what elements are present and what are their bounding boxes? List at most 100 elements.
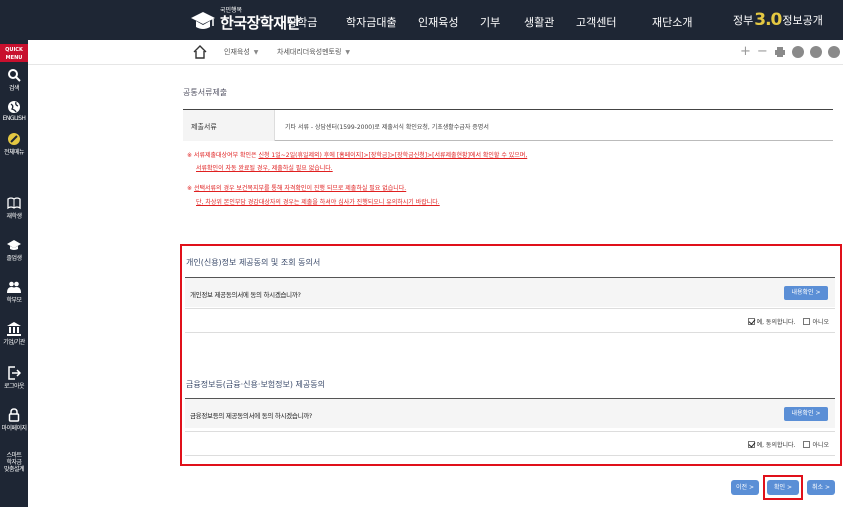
docs-note-1-link[interactable]: 신청 1일~2일(휴일제외) 후에 [홈페이지]>[장학금]>[장학금신청]>[… bbox=[258, 152, 527, 159]
quick-english-label: ENGLISH bbox=[2, 115, 26, 122]
quick-mypage[interactable]: 마이페이지 bbox=[0, 408, 28, 432]
nav-about[interactable]: 재단소개 bbox=[652, 14, 692, 30]
quick-graduate[interactable]: 졸업생 bbox=[0, 238, 28, 262]
quick-menu-title: QUICK MENU bbox=[0, 44, 28, 62]
docs-note-2-link[interactable]: 선택서류의 경우 보건복지부를 통해 자격확인이 진행 되므로 제출하실 필요 … bbox=[194, 185, 406, 192]
quick-search[interactable]: 검색 bbox=[0, 68, 28, 92]
nav-scholarship[interactable]: 장학금 bbox=[287, 14, 317, 30]
docs-note-2-line2-text: 단, 차상위 본인부담 경감대상자의 경우는 제출을 하셔야 심사가 진행되오니… bbox=[196, 199, 440, 206]
breadcrumb-level1-label: 인재육성 bbox=[224, 48, 250, 56]
agree-label-1: 예, 동의합니다. bbox=[756, 319, 796, 326]
quick-menu: QUICK MENU 검색 ENGLISH 전체메뉴 재학생 졸업생 학부모 기… bbox=[0, 40, 28, 507]
quick-english[interactable]: ENGLISH bbox=[0, 100, 28, 122]
quick-smart-plan[interactable]: 스마트 학자금 맞춤설계 bbox=[0, 452, 28, 473]
chevron-down-icon: ▼ bbox=[345, 49, 351, 56]
search-icon bbox=[8, 69, 21, 82]
disagree-label-2: 아니오 bbox=[812, 442, 829, 449]
disagree-checkbox-2[interactable] bbox=[803, 441, 811, 448]
site-logo[interactable]: 국민행복 한국장학재단 bbox=[190, 6, 300, 34]
quick-parents-label: 학부모 bbox=[6, 297, 22, 304]
nav-donation[interactable]: 기부 bbox=[480, 14, 500, 30]
confirm-highlight-box bbox=[763, 475, 803, 500]
view-content-button-2[interactable]: 내용확인 > bbox=[784, 407, 828, 421]
gov30-disclosure-link[interactable]: 정부 3.0 정보공개 bbox=[733, 9, 823, 31]
cancel-button[interactable]: 취소 > bbox=[807, 480, 835, 495]
prev-button[interactable]: 이전 > bbox=[731, 480, 759, 495]
disclosure-number: 3.0 bbox=[754, 10, 782, 30]
top-header: 국민행복 한국장학재단 장학금 학자금대출 인재육성 기부 생활관 고객센터 재… bbox=[0, 0, 843, 40]
quick-institution-label: 기업/기관 bbox=[3, 339, 25, 346]
nav-customer-center[interactable]: 고객센터 bbox=[576, 14, 616, 30]
breadcrumb: 인재육성 ▼ 차세대리더육성멘토링 ▼ + − bbox=[28, 40, 843, 65]
consent-answer-1: 예, 동의합니다. 아니오 bbox=[185, 308, 835, 333]
docs-note-1: ※ 서류제출대상여부 확인은 신청 1일~2일(휴일제외) 후에 [홈페이지]>… bbox=[187, 150, 527, 159]
nav-talent[interactable]: 인재육성 bbox=[418, 14, 458, 30]
graduation-cap-icon bbox=[7, 240, 21, 250]
quick-enrolled[interactable]: 재학생 bbox=[0, 196, 28, 220]
quick-institution[interactable]: 기업/기관 bbox=[0, 322, 28, 346]
quick-mypage-label: 마이페이지 bbox=[1, 425, 27, 432]
compass-icon bbox=[8, 133, 20, 145]
quick-parents[interactable]: 학부모 bbox=[0, 280, 28, 304]
logo-subtitle: 국민행복 bbox=[220, 7, 243, 14]
smart-line-2: 학자금 bbox=[6, 459, 22, 466]
app-window: 국민행복 한국장학재단 장학금 학자금대출 인재육성 기부 생활관 고객센터 재… bbox=[0, 0, 843, 507]
consent-question-2-text: 금융정보등의 제공동의서에 동의 하시겠습니까? bbox=[190, 412, 313, 420]
docs-table: 제출서류 기타 서류 - 상담센터(1599-2000)로 제출서식 확인요청,… bbox=[183, 109, 833, 141]
disclosure-prefix: 정부 bbox=[733, 14, 754, 27]
breadcrumb-level1[interactable]: 인재육성 ▼ bbox=[224, 47, 258, 57]
disagree-checkbox-1[interactable] bbox=[803, 318, 811, 325]
smart-line-3: 맞춤설계 bbox=[3, 466, 25, 473]
home-icon[interactable] bbox=[193, 45, 207, 59]
agree-checkbox-2[interactable] bbox=[747, 441, 755, 448]
consent-question-1: 개인정보 제공동의서에 동의 하시겠습니까? 내용확인 > bbox=[185, 277, 835, 307]
book-icon bbox=[7, 197, 21, 210]
zoom-out-button[interactable]: − bbox=[757, 44, 768, 60]
docs-note-1-prefix: ※ 서류제출대상여부 확인은 bbox=[187, 152, 259, 159]
view-content-button-1[interactable]: 내용확인 > bbox=[784, 286, 828, 300]
graduation-cap-logo-icon bbox=[191, 12, 215, 29]
quick-logout[interactable]: 로그아웃 bbox=[0, 366, 28, 390]
consent-question-1-text: 개인정보 제공동의서에 동의 하시겠습니까? bbox=[190, 291, 301, 299]
docs-note-1-line2: 서류확인이 자동 완료될 경우, 제출하실 필요 없습니다. bbox=[196, 163, 333, 172]
blog-icon[interactable] bbox=[827, 46, 840, 58]
docs-note-2-prefix: ※ bbox=[187, 185, 194, 192]
globe-icon bbox=[8, 101, 20, 113]
twitter-icon[interactable] bbox=[809, 46, 822, 58]
docs-note-2: ※ 선택서류의 경우 보건복지부를 통해 자격확인이 진행 되므로 제출하실 필… bbox=[187, 183, 406, 192]
consent-section1-title: 개인(신용)정보 제공동의 및 조회 동의서 bbox=[186, 258, 321, 267]
agree-checkbox-1[interactable] bbox=[747, 318, 755, 325]
docs-row-value: 기타 서류 - 상담센터(1599-2000)로 제출서식 확인요청, 기초생활… bbox=[285, 124, 489, 131]
quick-search-label: 검색 bbox=[8, 85, 20, 92]
quick-menu-title-line1: QUICK bbox=[5, 47, 23, 53]
quick-menu-title-line2: MENU bbox=[5, 55, 23, 61]
consent-section2-title: 금융정보등(금융·신용·보험정보) 제공동의 bbox=[186, 380, 325, 389]
consent-options-1: 예, 동의합니다. 아니오 bbox=[747, 317, 829, 326]
consent-answer-2: 예, 동의합니다. 아니오 bbox=[185, 431, 835, 456]
nav-dormitory[interactable]: 생활관 bbox=[524, 14, 554, 30]
quick-graduate-label: 졸업생 bbox=[6, 255, 22, 262]
quick-logout-label: 로그아웃 bbox=[3, 383, 25, 390]
lock-icon bbox=[8, 408, 20, 422]
smart-line-1: 스마트 bbox=[6, 452, 22, 459]
docs-section-title: 공통서류제출 bbox=[183, 88, 228, 97]
logout-icon bbox=[8, 366, 21, 380]
consent-options-2: 예, 동의합니다. 아니오 bbox=[747, 440, 829, 449]
quick-all-menu-label: 전체메뉴 bbox=[3, 149, 25, 156]
quick-enrolled-label: 재학생 bbox=[6, 213, 22, 220]
institution-icon bbox=[7, 322, 21, 336]
breadcrumb-level2-label: 차세대리더육성멘토링 bbox=[277, 48, 342, 56]
zoom-in-button[interactable]: + bbox=[740, 44, 751, 60]
agree-label-2: 예, 동의합니다. bbox=[756, 442, 796, 449]
page-tools: + − bbox=[740, 44, 840, 60]
nav-student-loan[interactable]: 학자금대출 bbox=[346, 14, 397, 30]
chevron-down-icon: ▼ bbox=[253, 49, 259, 56]
print-icon[interactable] bbox=[774, 46, 786, 58]
facebook-icon[interactable] bbox=[791, 46, 804, 58]
docs-note-1-line2-text: 서류확인이 자동 완료될 경우, 제출하실 필요 없습니다. bbox=[196, 165, 333, 172]
consent-question-2: 금융정보등의 제공동의서에 동의 하시겠습니까? 내용확인 > bbox=[185, 398, 835, 428]
quick-all-menu[interactable]: 전체메뉴 bbox=[0, 132, 28, 156]
breadcrumb-level2[interactable]: 차세대리더육성멘토링 ▼ bbox=[277, 47, 350, 57]
docs-row-label: 제출서류 bbox=[183, 110, 275, 141]
disagree-label-1: 아니오 bbox=[812, 319, 829, 326]
